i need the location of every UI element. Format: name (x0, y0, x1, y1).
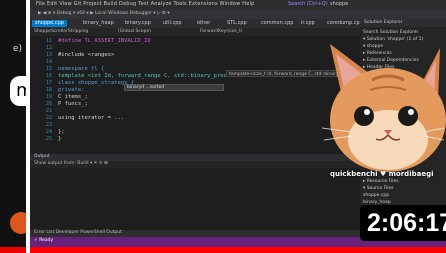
previous-video-progress-bar (0, 247, 26, 253)
editor-navigation-bar: ShoppeScrollerStripping (Global Scope) F… (30, 28, 360, 36)
previous-video-badge: m (10, 76, 26, 106)
code-line: template <int Id, forward_range C, std::… (58, 73, 244, 79)
line-number: 25 (45, 136, 52, 142)
output-source-dropdown[interactable]: Show output from: Build ▾ ✕ ≡ ⊞ (34, 161, 108, 166)
code-line: namespace tl { (58, 66, 105, 72)
line-number: 15 (45, 66, 52, 72)
cat-webcam-overlay (321, 44, 446, 172)
line-number: 12 (45, 45, 52, 51)
line-number: 11 (45, 38, 52, 44)
solution-explorer-header: Solution Explorer (360, 19, 446, 27)
editor-tab[interactable]: common.cpp (258, 20, 296, 27)
nav-member-dropdown[interactable]: ForwardKey(size_t) (200, 29, 243, 34)
ide-toolbar-items[interactable]: ▶ ◀ ⊕ ▾ Debug ▾ x64 ▾ ▶ Local Windows De… (38, 11, 170, 16)
watch-progress-bar (30, 247, 446, 253)
nav-project-dropdown[interactable]: ShoppeScrollerStripping (34, 29, 88, 34)
streamer-name-label: quickbenchi ♥ mordibaegi (330, 170, 434, 178)
code-line: C items_; (58, 94, 88, 100)
previous-video-text: e) (12, 44, 22, 54)
previous-video-avatar (10, 212, 26, 234)
line-number: 16 (45, 73, 52, 79)
nav-scope-dropdown[interactable]: (Global Scope) (118, 29, 151, 34)
line-number-gutter: 11 12 13 14 15 16 17 18 19 20 21 22 23 2… (30, 36, 54, 154)
video-duration-badge: 2:06:17 (360, 205, 446, 241)
line-number: 17 (45, 80, 52, 86)
code-line: } (58, 136, 62, 142)
code-line: P funcs_; (58, 101, 88, 107)
editor-tab[interactable]: ir.cpp (298, 20, 318, 27)
editor-tab[interactable]: util.cpp (160, 20, 185, 27)
editor-tab-strip: shoppe.cpp binary_heap binary.cpp util.c… (30, 19, 363, 28)
ide-title-bar: File Edit View Git Project Build Debug T… (30, 0, 446, 10)
output-panel-toolbar: Show output from: Build ▾ ✕ ≡ ⊞ (30, 161, 360, 168)
editor-tab[interactable]: binary.cpp (122, 20, 154, 27)
code-line: private: (58, 87, 85, 93)
output-panel-header: Output (30, 154, 360, 161)
code-line: using iterator = ... (58, 115, 125, 121)
cat-eye-left (354, 106, 374, 126)
solution-explorer-title: Solution Explorer (364, 20, 403, 25)
cat-eye-right (398, 106, 418, 126)
line-number: 19 (45, 94, 52, 100)
ide-search-box[interactable]: Search (Ctrl+Q) (288, 1, 328, 7)
previous-video-card[interactable]: e) m (0, 0, 26, 253)
code-line: #define TL_ASSERT_INVALID_ID (58, 38, 151, 44)
tree-item[interactable]: shoppe.cpp (363, 193, 389, 198)
bottom-tab-labels[interactable]: Error List Developer PowerShell Output (34, 230, 122, 235)
line-number: 21 (45, 108, 52, 114)
code-line: #include <ranges> (58, 52, 115, 58)
tree-item[interactable]: ▸ Resource Files (363, 179, 399, 184)
line-number: 22 (45, 115, 52, 121)
code-editor[interactable]: 11 12 13 14 15 16 17 18 19 20 21 22 23 2… (30, 36, 360, 154)
code-line: class shoppe_strategy { (58, 80, 135, 86)
tree-item[interactable]: Search Solution Explorer (363, 30, 418, 35)
code-line: }; (58, 129, 65, 135)
ide-solution-name: shoppe (330, 1, 349, 7)
tree-item[interactable]: ▾ Source Files (363, 186, 393, 191)
editor-tab[interactable]: other (194, 20, 213, 27)
intellisense-popup[interactable]: binaryd ...sorted (124, 84, 224, 91)
status-text: ✓ Ready (34, 238, 54, 243)
editor-tab[interactable]: binary_heap (80, 20, 117, 27)
editor-tab[interactable]: STL.cpp (224, 20, 250, 27)
line-number: 24 (45, 129, 52, 135)
output-panel-title: Output (34, 154, 50, 159)
ide-toolbar: ▶ ◀ ⊕ ▾ Debug ▾ x64 ▾ ▶ Local Windows De… (30, 10, 446, 19)
line-number: 13 (45, 52, 52, 58)
line-number: 23 (45, 122, 52, 128)
line-number: 18 (45, 87, 52, 93)
ide-menu-bar[interactable]: File Edit View Git Project Build Debug T… (36, 1, 254, 7)
editor-tab[interactable]: shoppe.cpp (32, 20, 67, 27)
line-number: 14 (45, 59, 52, 65)
line-number: 20 (45, 101, 52, 107)
